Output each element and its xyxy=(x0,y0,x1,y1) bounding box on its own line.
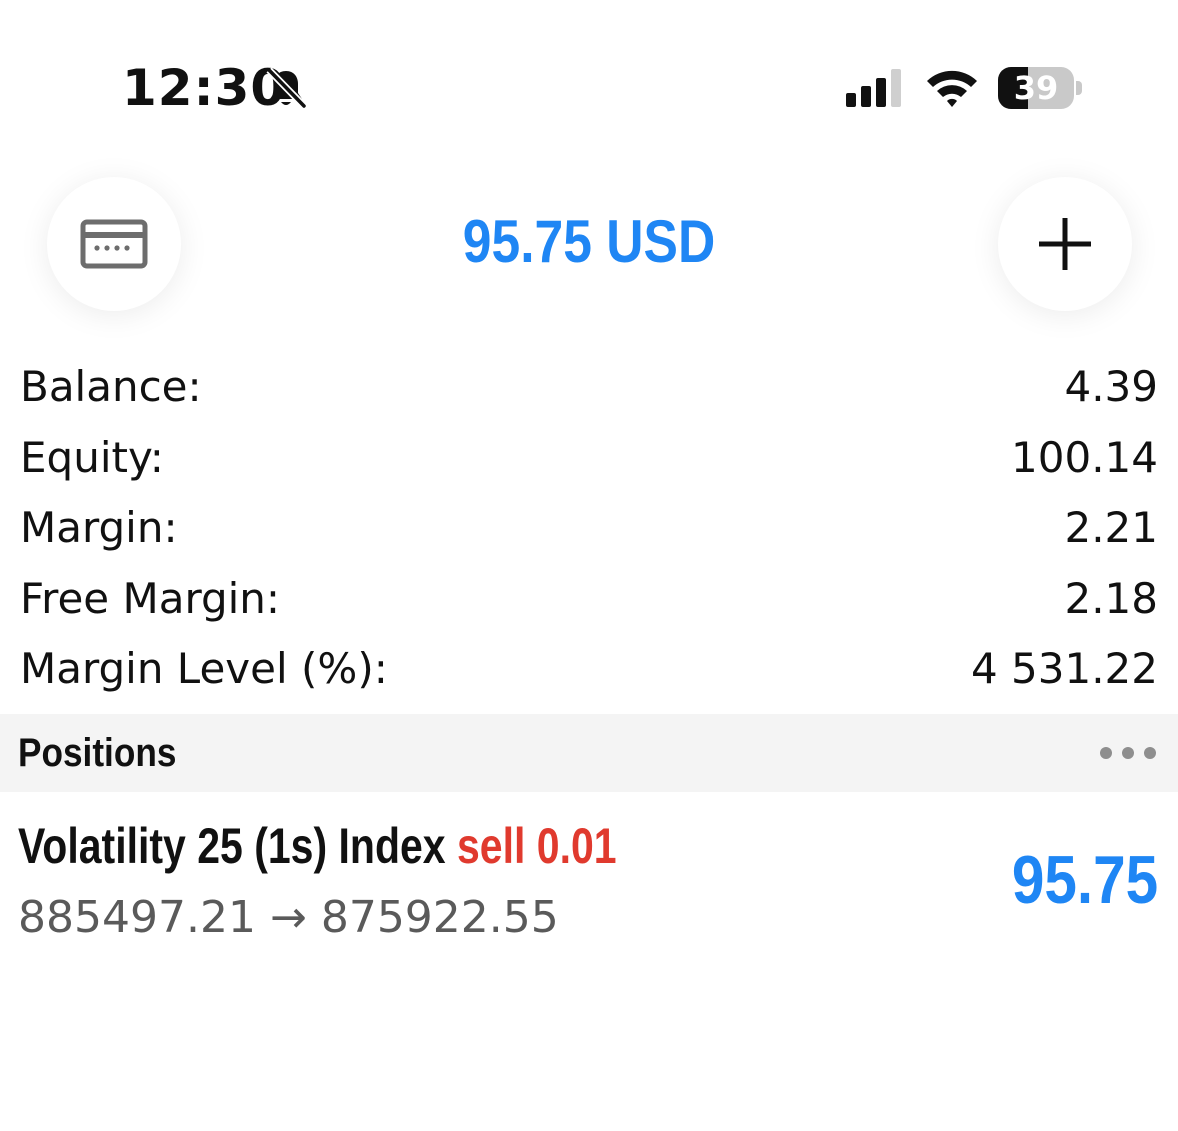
position-profit: 95.75 xyxy=(1011,842,1158,918)
status-bar: 12:30 39 xyxy=(0,0,1178,130)
summary-row-margin: Margin: 2.21 xyxy=(0,493,1178,564)
summary-label: Equity: xyxy=(20,432,164,482)
summary-row-margin-level: Margin Level (%): 4 531.22 xyxy=(0,634,1178,705)
battery-percent: 39 xyxy=(1013,69,1059,107)
plus-icon xyxy=(1039,218,1091,270)
new-order-button[interactable] xyxy=(998,177,1132,311)
status-time: 12:30 xyxy=(122,59,287,117)
account-summary: Balance: 4.39 Equity: 100.14 Margin: 2.2… xyxy=(0,352,1178,705)
battery-indicator: 39 xyxy=(998,67,1084,109)
position-open-price: 885497.21 xyxy=(18,892,256,943)
summary-row-balance: Balance: 4.39 xyxy=(0,352,1178,423)
section-title: Positions xyxy=(18,730,177,775)
account-header: 95.75 USD xyxy=(0,170,1178,320)
summary-value: 4.39 xyxy=(1064,362,1158,412)
trade-screen: 12:30 39 95.75 USD Balance: 4.39 Equity:… xyxy=(0,0,1178,1131)
summary-value: 4 531.22 xyxy=(970,644,1158,694)
summary-row-free-margin: Free Margin: 2.18 xyxy=(0,564,1178,635)
position-current-price: 875922.55 xyxy=(320,892,559,943)
summary-label: Free Margin: xyxy=(20,573,281,623)
position-side: sell 0.01 xyxy=(457,818,617,874)
summary-value: 2.18 xyxy=(1064,573,1158,623)
summary-value: 100.14 xyxy=(1011,432,1158,482)
summary-label: Margin: xyxy=(20,503,178,553)
cellular-signal-icon xyxy=(846,69,901,107)
position-row[interactable]: Volatility 25 (1s) Index sell 0.01 88549… xyxy=(0,800,1178,960)
wifi-icon xyxy=(927,70,977,107)
ellipsis-icon[interactable] xyxy=(1100,747,1156,759)
summary-label: Balance: xyxy=(20,362,202,412)
position-symbol: Volatility 25 (1s) Index xyxy=(18,818,446,874)
summary-value: 2.21 xyxy=(1064,503,1158,553)
bell-slash-icon xyxy=(266,67,307,109)
summary-label: Margin Level (%): xyxy=(20,644,388,694)
arrow-right-icon: → xyxy=(269,892,307,943)
summary-row-equity: Equity: 100.14 xyxy=(0,423,1178,494)
floating-profit-total: 95.75 USD xyxy=(462,208,716,275)
positions-section-header: Positions xyxy=(0,714,1178,792)
